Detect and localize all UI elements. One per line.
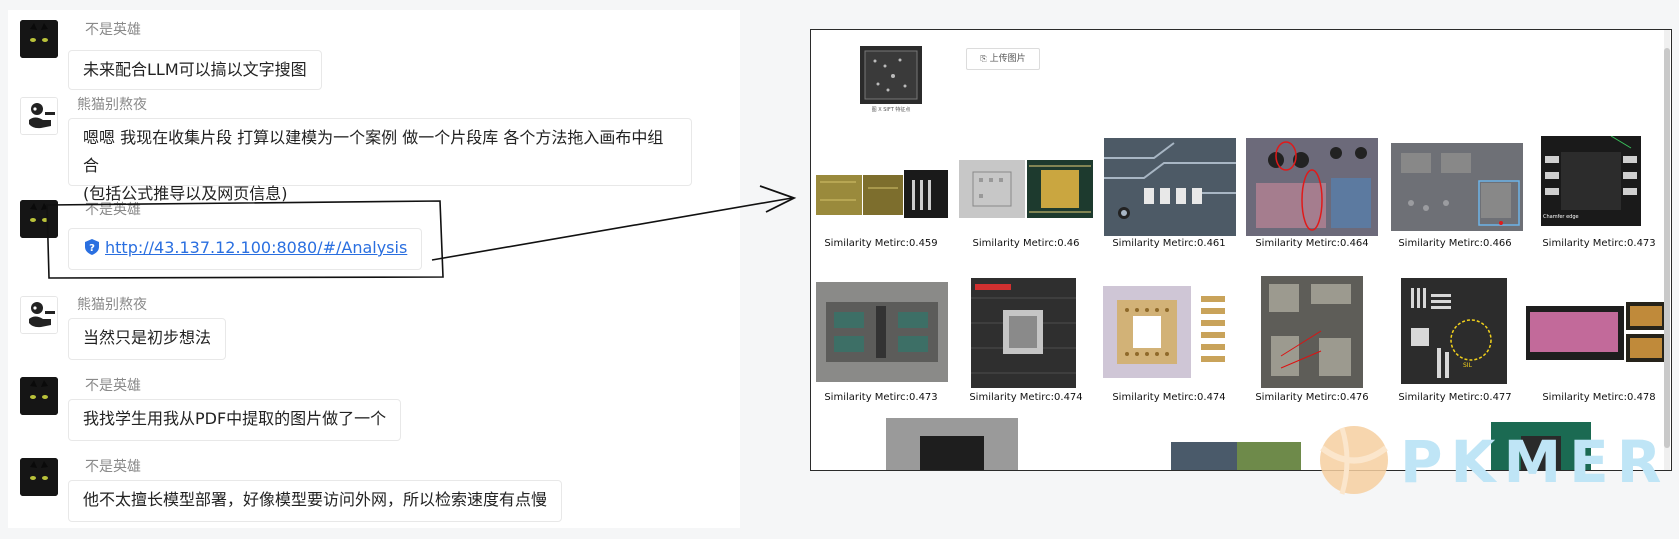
cat-avatar-icon[interactable] xyxy=(20,458,58,496)
result-image[interactable] xyxy=(971,278,1076,388)
sender-name: 熊猫别熬夜 xyxy=(77,297,147,313)
message-bubble: 他不太擅长模型部署，好像模型要访问外网，所以检索速度有点慢 xyxy=(68,480,563,522)
scrollbar-thumb[interactable] xyxy=(1664,48,1670,448)
pkmer-watermark: PKMER xyxy=(1292,410,1672,510)
result-caption: Similarity Metirc:0.478 xyxy=(1542,392,1656,403)
sender-name: 不是英雄 xyxy=(85,22,141,38)
result-image[interactable] xyxy=(1171,442,1301,470)
result-caption: Similarity Metirc:0.473 xyxy=(824,392,938,403)
cat-avatar-icon[interactable] xyxy=(20,20,58,58)
upload-button[interactable]: ⎘ 上传图片 xyxy=(966,48,1040,70)
chamfer-label: Chamfer edge xyxy=(1543,214,1579,220)
result-caption: Similarity Metirc:0.464 xyxy=(1255,238,1369,249)
sender-name: 不是英雄 xyxy=(85,459,141,475)
message-bubble: 我找学生用我从PDF中提取的图片做了一个 xyxy=(68,399,402,441)
result-image[interactable]: Chamfer edge xyxy=(1541,136,1641,226)
sender-name: 熊猫别熬夜 xyxy=(77,97,147,113)
message-line: 嗯嗯 我现在收集片段 打算以建模为一个案例 做一个片段库 各个方法拖入画布中组合 xyxy=(83,128,664,175)
message-bubble: 嗯嗯 我现在收集片段 打算以建模为一个案例 做一个片段库 各个方法拖入画布中组合… xyxy=(68,118,692,203)
message-bubble: 当然只是初步想法 xyxy=(68,318,227,360)
result-image[interactable] xyxy=(1526,302,1666,364)
result-image[interactable] xyxy=(816,282,948,382)
pkmer-logo-icon xyxy=(1320,426,1388,495)
result-caption: Similarity Metirc:0.473 xyxy=(1542,238,1656,249)
result-caption: Similarity Metirc:0.461 xyxy=(1112,238,1226,249)
sil-label: SIL xyxy=(1463,362,1472,369)
result-image[interactable] xyxy=(816,170,948,220)
result-image[interactable] xyxy=(1391,143,1523,231)
result-caption: Similarity Metirc:0.46 xyxy=(972,238,1080,249)
upload-icon: ⎘ xyxy=(980,54,987,63)
result-image[interactable] xyxy=(1261,276,1363,388)
message-bubble: 未来配合LLM可以搞以文字搜图 xyxy=(68,50,322,90)
result-image[interactable] xyxy=(1104,138,1236,236)
result-caption: Similarity Metirc:0.466 xyxy=(1398,238,1512,249)
result-caption: Similarity Metirc:0.459 xyxy=(824,238,938,249)
panda-avatar-icon[interactable] xyxy=(20,296,58,334)
result-image[interactable] xyxy=(1246,138,1378,236)
result-caption: Similarity Metirc:0.476 xyxy=(1255,392,1369,403)
annotation-box xyxy=(46,200,444,279)
upload-label: 上传图片 xyxy=(989,54,1026,64)
image-search-panel: 图 X SIFT 特征点 ⎘ 上传图片 Chamfer edge Similar… xyxy=(810,29,1672,471)
result-caption: Similarity Metirc:0.474 xyxy=(969,392,1083,403)
result-image[interactable] xyxy=(886,418,1018,470)
result-image[interactable] xyxy=(1101,282,1233,382)
sender-name: 不是英雄 xyxy=(85,378,141,394)
result-image[interactable]: SIL xyxy=(1401,278,1507,384)
panda-avatar-icon[interactable] xyxy=(20,97,58,135)
query-caption: 图 X SIFT 特征点 xyxy=(871,107,911,113)
query-image[interactable] xyxy=(860,46,922,104)
arrow-icon xyxy=(431,185,797,261)
pkmer-text: PKMER xyxy=(1400,428,1670,496)
result-image[interactable] xyxy=(959,160,1093,218)
cat-avatar-icon[interactable] xyxy=(20,377,58,415)
result-caption: Similarity Metirc:0.474 xyxy=(1112,392,1226,403)
result-caption: Similarity Metirc:0.477 xyxy=(1398,392,1512,403)
